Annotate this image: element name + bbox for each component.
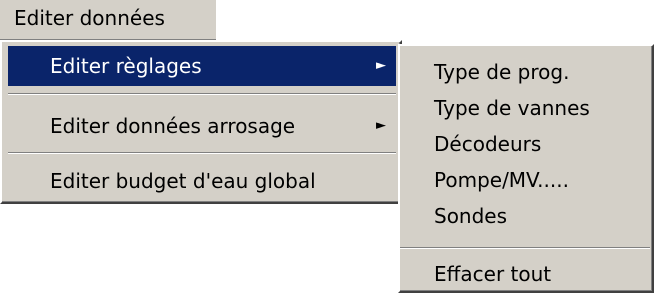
submenu-item-sondes[interactable]: Sondes <box>400 198 650 234</box>
submenu-separator <box>400 247 650 249</box>
submenu-arrow-icon: ► <box>376 118 386 133</box>
menu-title-editer-donnees[interactable]: Editer données <box>0 0 216 40</box>
menu-item-label: Editer données arrosage <box>50 114 296 138</box>
menu-separator <box>8 152 396 154</box>
submenu-item-type-de-vannes[interactable]: Type de vannes <box>400 90 650 126</box>
editer-reglages-submenu: Type de prog. Type de vannes Décodeurs P… <box>398 44 654 293</box>
submenu-item-label: Type de prog. <box>434 60 570 84</box>
menu-item-label: Editer budget d'eau global <box>50 169 316 193</box>
submenu-item-label: Effacer tout <box>434 262 552 286</box>
submenu-item-label: Pompe/MV..... <box>434 168 569 192</box>
submenu-item-decodeurs[interactable]: Décodeurs <box>400 126 650 162</box>
menu-item-editer-donnees-arrosage[interactable]: Editer données arrosage ► <box>8 106 396 146</box>
submenu-item-pompe-mv[interactable]: Pompe/MV..... <box>400 162 650 198</box>
submenu-item-label: Décodeurs <box>434 132 542 156</box>
menu-item-editer-reglages[interactable]: Editer règlages ► <box>8 46 396 86</box>
submenu-item-label: Sondes <box>434 204 508 228</box>
submenu-item-effacer-tout[interactable]: Effacer tout <box>400 256 650 292</box>
menu-separator <box>8 93 396 95</box>
submenu-arrow-icon: ► <box>376 58 386 73</box>
menu-item-label: Editer règlages <box>50 54 202 78</box>
menu-item-editer-budget-eau-global[interactable]: Editer budget d'eau global <box>8 161 396 201</box>
submenu-item-type-de-prog[interactable]: Type de prog. <box>400 54 650 90</box>
submenu-item-label: Type de vannes <box>434 96 590 120</box>
editer-donnees-dropdown: Editer règlages ► Editer données arrosag… <box>0 40 402 204</box>
